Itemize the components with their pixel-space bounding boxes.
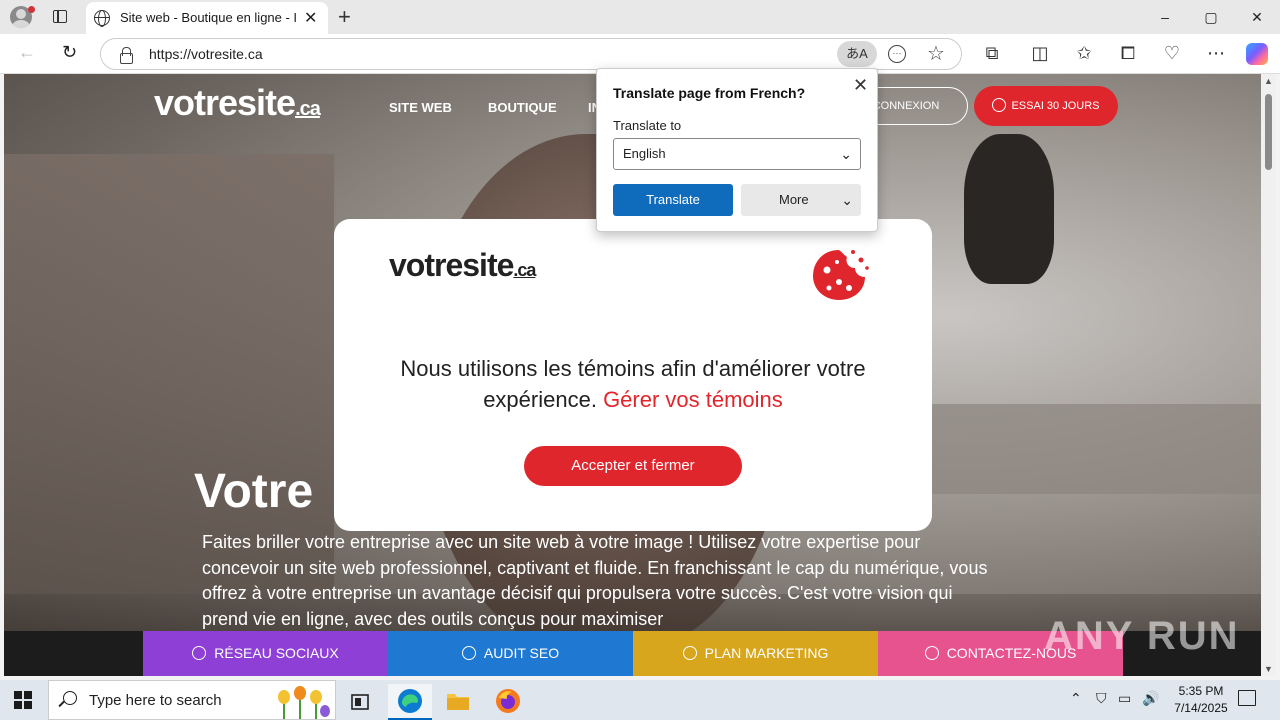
- site-logo[interactable]: votresite.ca: [154, 82, 321, 124]
- network-icon[interactable]: ▭: [1118, 690, 1131, 707]
- chevron-down-icon: ⌄: [841, 192, 853, 208]
- arrow-circle-icon: [461, 646, 476, 660]
- hero-text: Faites briller votre entreprise avec un …: [202, 532, 988, 629]
- favorites-icon[interactable]: ✩: [1072, 43, 1096, 64]
- essai-label: ESSAI 30 JOURS: [1011, 100, 1100, 112]
- windows-taskbar: Type here to search ⌃ ⛉ ▭ 🔊 5:35 PM 7/14…: [0, 680, 1280, 720]
- manage-cookies-link[interactable]: Gérer vos témoins: [603, 387, 783, 412]
- arrow-circle-icon: [192, 646, 207, 660]
- clock-time: 5:35 PM: [1178, 684, 1224, 698]
- more-button-label: More: [779, 192, 809, 207]
- essai-icon: [992, 98, 1007, 112]
- bottom-bar-spacer: [4, 631, 143, 676]
- tray-chevron-up-icon[interactable]: ⌃: [1070, 690, 1082, 707]
- translate-popup: ✕ Translate page from French? Translate …: [596, 68, 878, 232]
- favorite-star-icon[interactable]: ☆: [927, 41, 945, 66]
- taskbar-search-box[interactable]: Type here to search: [48, 680, 336, 720]
- notification-center-icon[interactable]: [1238, 690, 1256, 706]
- tray-security-icon[interactable]: ⛉: [1096, 690, 1107, 707]
- nav-site-web[interactable]: SITE WEB: [389, 100, 452, 115]
- copilot-icon[interactable]: [1246, 43, 1268, 65]
- translate-close-icon[interactable]: ✕: [853, 75, 868, 96]
- translate-icon[interactable]: あA: [837, 41, 877, 67]
- plan-marketing-button[interactable]: PLAN MARKETING: [633, 631, 878, 676]
- tab-close-icon[interactable]: ✕: [304, 8, 317, 28]
- tab-actions-icon[interactable]: [50, 8, 70, 26]
- reseau-sociaux-button[interactable]: RÉSEAU SOCIAUX: [143, 631, 388, 676]
- windows-start-icon[interactable]: [14, 691, 32, 709]
- window-controls: – ▢ ✕: [1142, 0, 1280, 34]
- lock-icon[interactable]: [119, 47, 133, 64]
- more-button[interactable]: More ⌄: [741, 184, 861, 216]
- cookie-modal-logo-ca: .ca: [513, 260, 536, 280]
- cookie-modal-logo: votresite.ca: [389, 247, 536, 284]
- clock-date: 7/14/2025: [1174, 701, 1228, 715]
- extensions-icon[interactable]: ⧉: [980, 43, 1004, 64]
- site-logo-text: votresite: [154, 82, 296, 123]
- taskbar-clock[interactable]: 5:35 PM 7/14/2025: [1166, 683, 1236, 717]
- address-bar[interactable]: https://votresite.ca あA ··· ☆: [100, 38, 962, 70]
- background-photo-vase: [964, 134, 1054, 284]
- reader-mode-icon[interactable]: ···: [888, 45, 906, 63]
- scrollbar-thumb[interactable]: [1265, 94, 1272, 170]
- site-logo-ca: .ca: [295, 98, 321, 120]
- essai-button[interactable]: ESSAI 30 JOURS: [974, 86, 1118, 126]
- edge-taskbar-icon[interactable]: [388, 684, 432, 720]
- taskbar-search-placeholder: Type here to search: [89, 692, 222, 709]
- close-window-button[interactable]: ✕: [1234, 0, 1280, 34]
- browser-essentials-icon[interactable]: ♡: [1160, 43, 1184, 64]
- cookie-modal-logo-text: votresite: [389, 247, 514, 283]
- anyrun-watermark: ANY RUN: [1044, 614, 1240, 658]
- translate-to-label: Translate to: [613, 118, 682, 133]
- arrow-circle-icon: [924, 646, 939, 660]
- language-select-value: English: [623, 146, 666, 161]
- background-photo-wall: [4, 154, 334, 594]
- reseau-sociaux-label: RÉSEAU SOCIAUX: [214, 645, 339, 661]
- translate-button[interactable]: Translate: [613, 184, 733, 216]
- url-text[interactable]: https://votresite.ca: [149, 46, 263, 62]
- cookie-modal: votresite.ca Nous utilisons les témoins …: [334, 219, 932, 531]
- chevron-down-icon: ⌄: [840, 146, 852, 162]
- cookie-icon: [813, 250, 869, 300]
- globe-icon: [94, 10, 110, 27]
- plan-marketing-label: PLAN MARKETING: [704, 645, 829, 661]
- back-arrow-icon[interactable]: ←: [18, 42, 36, 63]
- page-scrollbar[interactable]: ▲ ▼: [1261, 74, 1276, 676]
- cookie-message: Nous utilisons les témoins afin d'amélio…: [374, 353, 892, 415]
- tulips-decoration-icon: [278, 686, 330, 719]
- tab-bar: Site web - Boutique en ligne - Info ✕ + …: [0, 0, 1280, 34]
- audit-seo-button[interactable]: AUDIT SEO: [388, 631, 633, 676]
- active-tab[interactable]: Site web - Boutique en ligne - Info ✕: [86, 2, 328, 34]
- hero-title: Votre: [194, 465, 314, 518]
- firefox-icon[interactable]: [486, 684, 530, 720]
- restore-button[interactable]: ▢: [1188, 0, 1234, 34]
- file-explorer-icon[interactable]: [436, 684, 480, 720]
- search-icon: [63, 691, 77, 705]
- audit-seo-label: AUDIT SEO: [483, 645, 560, 661]
- collections-icon[interactable]: ⧠: [1116, 43, 1140, 64]
- task-view-icon[interactable]: [338, 684, 382, 720]
- tab-title: Site web - Boutique en ligne - Info: [120, 10, 296, 25]
- arrow-circle-icon: [682, 646, 697, 660]
- scroll-down-arrow-icon[interactable]: ▼: [1264, 664, 1273, 674]
- translate-popup-title: Translate page from French?: [613, 85, 806, 101]
- volume-icon[interactable]: 🔊: [1142, 690, 1159, 707]
- new-tab-icon[interactable]: +: [338, 4, 351, 30]
- accept-and-close-button[interactable]: Accepter et fermer: [524, 446, 742, 486]
- split-screen-icon[interactable]: ◫: [1028, 43, 1052, 64]
- refresh-icon[interactable]: ↻: [62, 42, 77, 63]
- more-menu-icon[interactable]: ⋯: [1204, 43, 1228, 64]
- scroll-up-arrow-icon[interactable]: ▲: [1264, 76, 1273, 86]
- language-select[interactable]: English ⌄: [613, 138, 861, 170]
- minimize-button[interactable]: –: [1142, 0, 1188, 34]
- nav-boutique[interactable]: BOUTIQUE: [488, 100, 557, 115]
- profile-notification-dot: [28, 6, 35, 13]
